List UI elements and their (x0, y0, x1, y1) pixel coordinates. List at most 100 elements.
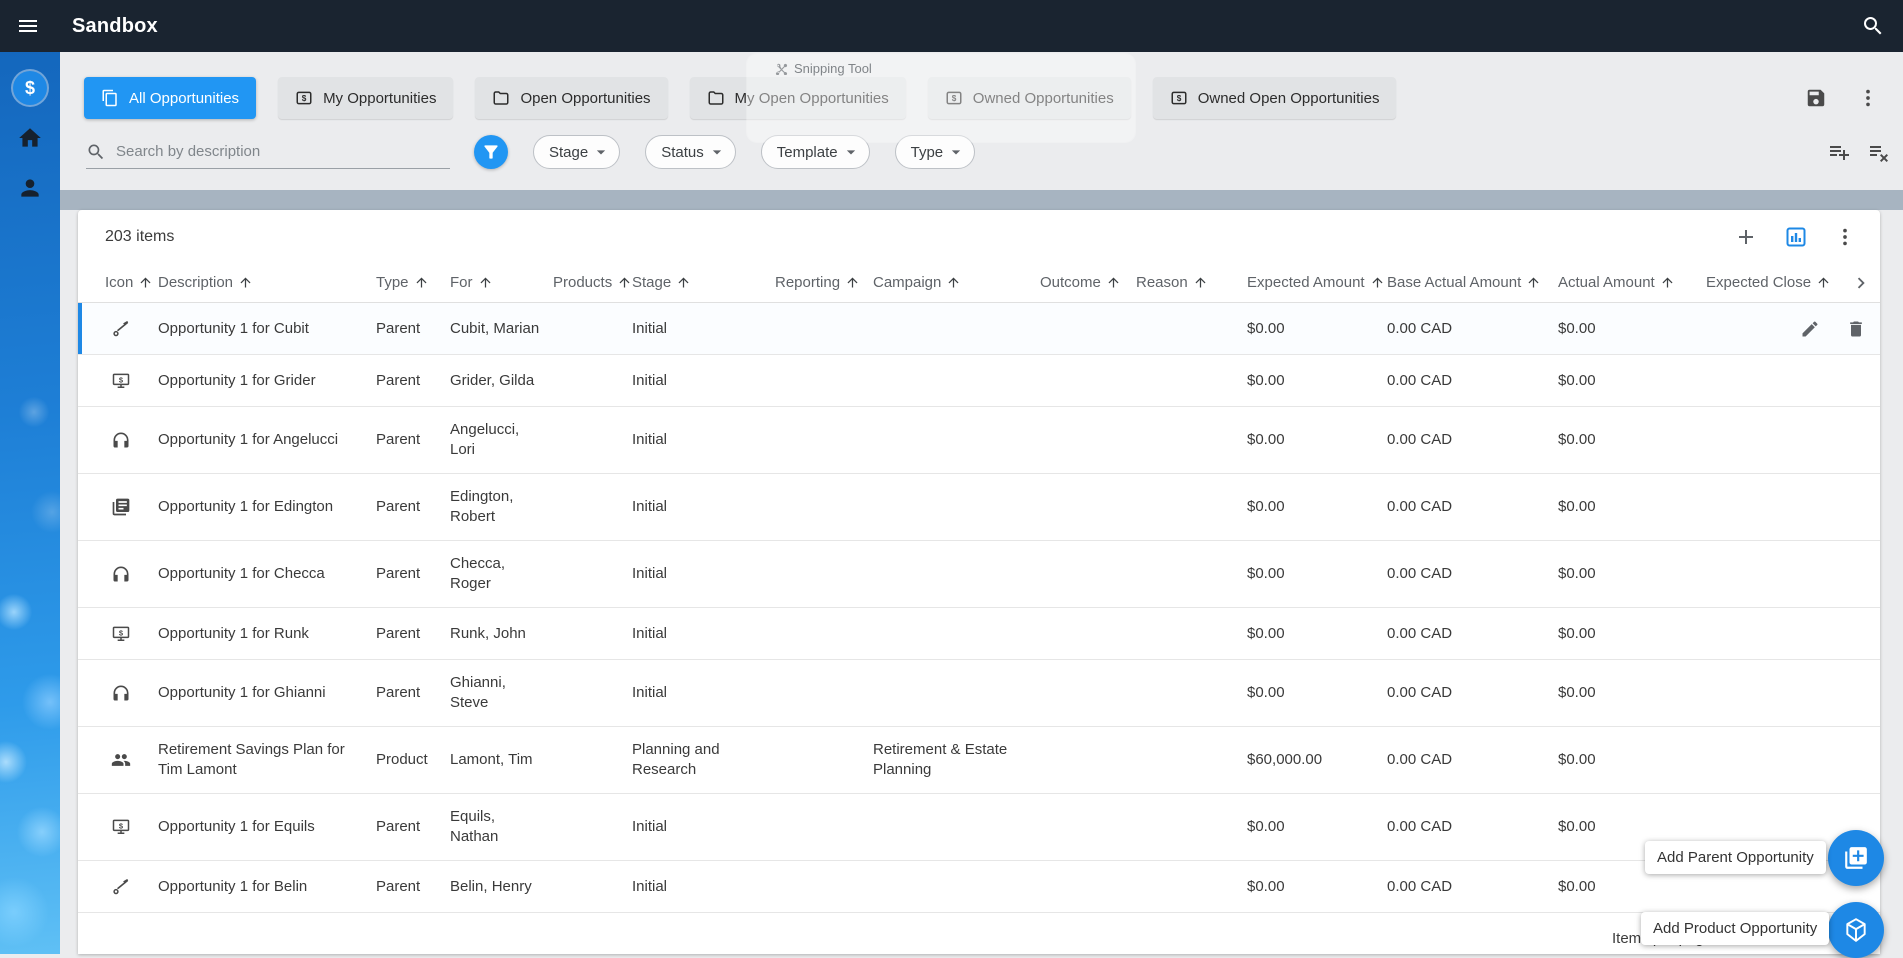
monitor-cash-icon: $ (111, 371, 131, 391)
chevron-down-icon (841, 142, 861, 162)
table-row[interactable]: Opportunity 1 for Checca Parent Checca, … (78, 541, 1880, 608)
sort-ascending-icon[interactable] (414, 275, 429, 290)
chart-icon[interactable] (1784, 225, 1808, 249)
cell-products (553, 814, 632, 840)
add-copy-icon (1843, 845, 1869, 871)
sort-ascending-icon[interactable] (138, 275, 153, 290)
add-icon[interactable] (1734, 225, 1758, 249)
save-icon[interactable] (1805, 87, 1827, 109)
column-header-icon[interactable]: Icon (105, 274, 158, 291)
table-row[interactable]: Opportunity 1 for Edington Parent Edingt… (78, 474, 1880, 541)
table-row[interactable]: Opportunity 1 for Cubit Parent Cubit, Ma… (78, 303, 1880, 355)
sort-ascending-icon[interactable] (1106, 275, 1121, 290)
table-row[interactable]: Retirement Savings Plan for Tim Lamont P… (78, 727, 1880, 794)
cell-expected-amount: $0.00 (1247, 877, 1285, 895)
sort-ascending-icon[interactable] (478, 275, 493, 290)
sort-ascending-icon[interactable] (617, 275, 632, 290)
toolbar-actions (1734, 225, 1856, 249)
sort-ascending-icon[interactable] (676, 275, 691, 290)
snipping-tool-label: Snipping Tool (775, 61, 1135, 76)
column-header-base-actual-amount[interactable]: Base Actual Amount (1387, 274, 1558, 291)
add-product-opportunity-fab[interactable] (1828, 902, 1884, 958)
cell-reason (1136, 494, 1247, 520)
view-button-open-opportunities[interactable]: Open Opportunities (475, 77, 668, 119)
column-header-reason[interactable]: Reason (1136, 274, 1247, 291)
search-input[interactable] (116, 143, 450, 160)
golf-icon (111, 319, 131, 339)
cell-for: Angelucci, Lori (450, 421, 520, 458)
kebab-menu-icon[interactable] (1857, 87, 1879, 109)
playlist-remove-icon[interactable] (1867, 140, 1891, 164)
table-row[interactable]: $ Opportunity 1 for Equils Parent Equils… (78, 794, 1880, 861)
view-button-label: Open Opportunities (520, 89, 651, 107)
cell-description: Opportunity 1 for Cubit (158, 319, 309, 337)
cell-base-actual-amount: 0.00 CAD (1387, 818, 1453, 835)
dollar-icon: $ (13, 71, 47, 105)
table-row[interactable]: $ Opportunity 1 for Runk Parent Runk, Jo… (78, 608, 1880, 660)
column-header-description[interactable]: Description (158, 274, 376, 291)
add-parent-opportunity-fab[interactable] (1828, 830, 1884, 886)
table-row[interactable]: $ Opportunity 1 for Grider Parent Grider… (78, 355, 1880, 407)
sidebar-item-home[interactable] (10, 118, 50, 158)
sort-ascending-icon[interactable] (1370, 275, 1385, 290)
sort-ascending-icon[interactable] (946, 275, 961, 290)
cell-expected-close (1706, 814, 1857, 840)
cell-products (553, 747, 632, 773)
sort-ascending-icon[interactable] (1816, 275, 1831, 290)
sort-ascending-icon[interactable] (1526, 275, 1541, 290)
cell-products (553, 494, 632, 520)
table-row[interactable]: Opportunity 1 for Ghianni Parent Ghianni… (78, 660, 1880, 727)
cell-reason (1136, 874, 1247, 900)
view-button-all-opportunities[interactable]: All Opportunities (84, 77, 257, 119)
cell-description: Retirement Savings Plan for Tim Lamont (158, 741, 345, 778)
svg-text:$: $ (1176, 94, 1181, 103)
column-header-actual-amount[interactable]: Actual Amount (1558, 274, 1706, 291)
cell-description: Opportunity 1 for Checca (158, 565, 325, 582)
chevron-right-icon[interactable] (1850, 272, 1872, 294)
column-header-reporting[interactable]: Reporting (775, 274, 873, 291)
money-box-icon: $ (295, 89, 313, 107)
cell-reporting (775, 814, 873, 840)
cell-reporting (775, 561, 873, 587)
column-header-expected-close[interactable]: Expected Close (1706, 274, 1857, 291)
sort-ascending-icon[interactable] (845, 275, 860, 290)
cell-expected-amount: $0.00 (1247, 565, 1285, 582)
scroll-band[interactable] (60, 190, 1903, 210)
edit-icon[interactable] (1800, 319, 1820, 339)
column-header-campaign[interactable]: Campaign (873, 274, 1040, 291)
delete-icon[interactable] (1846, 319, 1866, 339)
sort-ascending-icon[interactable] (1660, 275, 1675, 290)
view-button-label: Owned Open Opportunities (1197, 89, 1380, 107)
cell-expected-close (1706, 494, 1857, 520)
cell-campaign: Retirement & Estate Planning (873, 741, 1008, 778)
view-button-my-opportunities[interactable]: $ My Opportunities (278, 77, 454, 119)
search-box (86, 135, 450, 169)
cell-reporting (775, 316, 873, 342)
column-header-for[interactable]: For (450, 274, 553, 291)
column-header-products[interactable]: Products (553, 274, 632, 291)
table-card: 203 items Icon Description Type For Prod… (78, 210, 1880, 954)
sort-ascending-icon[interactable] (1193, 275, 1208, 290)
menu-icon[interactable] (16, 14, 40, 38)
filter-icon[interactable] (474, 135, 508, 169)
cell-expected-close (1706, 427, 1857, 453)
view-button-owned-open-opportunities[interactable]: $ Owned Open Opportunities (1152, 77, 1397, 119)
column-header-outcome[interactable]: Outcome (1040, 274, 1136, 291)
folder-icon (707, 89, 725, 107)
app-title: Sandbox (72, 14, 158, 37)
search-icon[interactable] (1861, 14, 1885, 38)
dropdown-status[interactable]: Status (645, 135, 736, 169)
cell-base-actual-amount: 0.00 CAD (1387, 565, 1453, 582)
cell-base-actual-amount: 0.00 CAD (1387, 431, 1453, 448)
table-row[interactable]: Opportunity 1 for Belin Parent Belin, He… (78, 861, 1880, 913)
column-header-stage[interactable]: Stage (632, 274, 775, 291)
kebab-menu-icon[interactable] (1834, 226, 1856, 248)
sort-ascending-icon[interactable] (238, 275, 253, 290)
column-header-expected-amount[interactable]: Expected Amount (1247, 274, 1387, 291)
sidebar-item-opportunities[interactable]: $ (10, 68, 50, 108)
dropdown-stage[interactable]: Stage (533, 135, 621, 169)
playlist-add-icon[interactable] (1827, 140, 1851, 164)
table-row[interactable]: Opportunity 1 for Angelucci Parent Angel… (78, 407, 1880, 474)
column-header-type[interactable]: Type (376, 274, 450, 291)
sidebar-item-account[interactable] (10, 168, 50, 208)
